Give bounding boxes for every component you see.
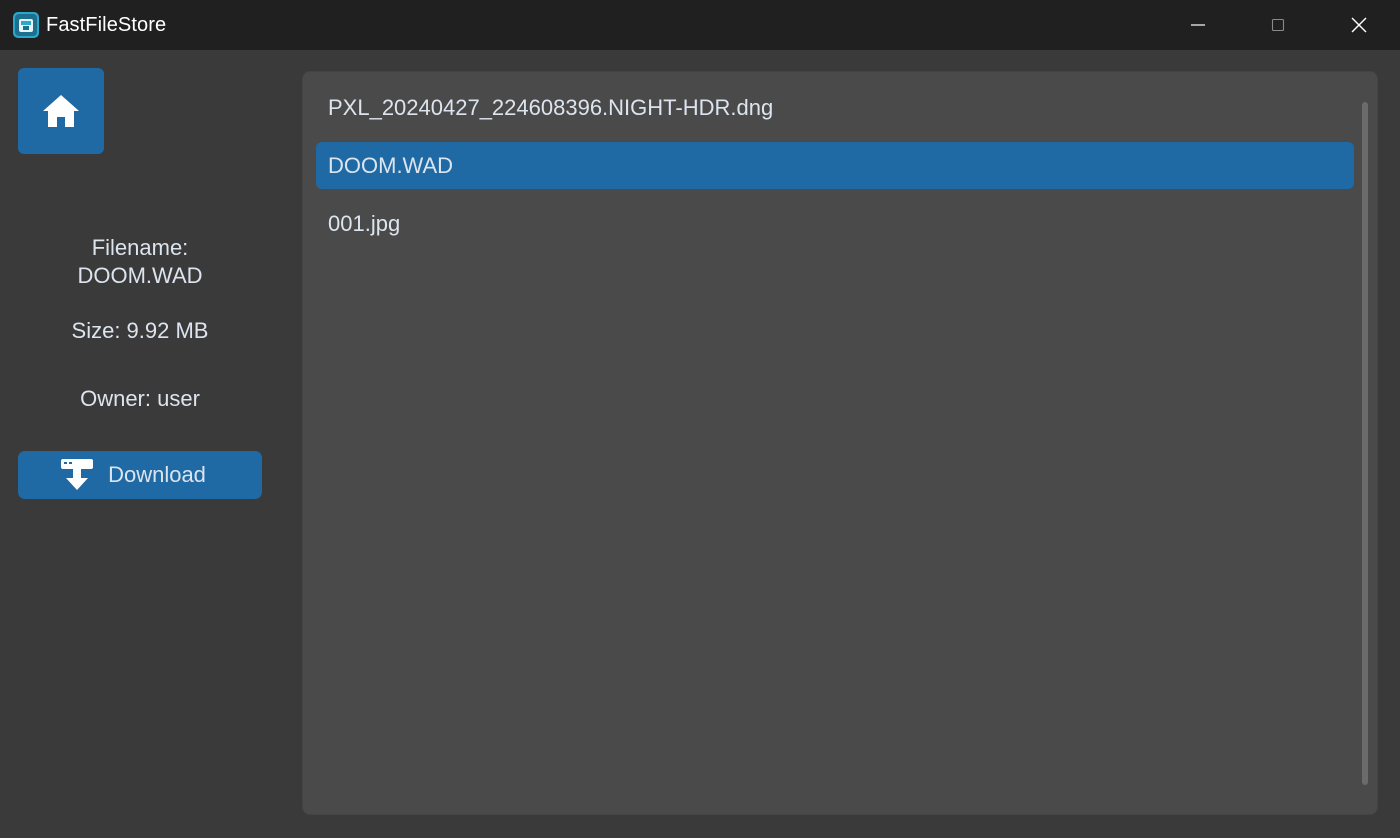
minimize-icon [1191,24,1205,26]
download-button[interactable]: Download [18,451,262,499]
home-button[interactable] [18,68,104,154]
title-bar[interactable]: FastFileStore [0,0,1400,50]
minimize-button[interactable] [1158,0,1238,50]
maximize-icon [1271,18,1285,32]
file-list-panel[interactable]: PXL_20240427_224608396.NIGHT-HDR.dng DOO… [302,71,1378,815]
filename-label: Filename: [91,235,189,260]
close-icon [1351,17,1367,33]
sidebar: Filename: DOOM.WAD Size: 9.92 MB Owner: … [0,50,280,838]
file-list-item[interactable]: PXL_20240427_224608396.NIGHT-HDR.dng [316,84,1354,131]
file-info-size: Size: 9.92 MB [71,318,209,343]
download-icon [61,459,94,490]
file-list-item-selected[interactable]: DOOM.WAD [316,142,1354,189]
filename-value: DOOM.WAD [77,263,203,288]
window-title: FastFileStore [46,14,167,36]
file-info-owner: Owner: user [80,386,200,411]
app-box-icon [13,12,39,38]
maximize-button[interactable] [1238,0,1318,50]
file-info-filename: Filename: DOOM.WAD [0,234,280,290]
close-button[interactable] [1319,0,1399,50]
app-window: FastFileStore Filename: DOOM.WAD Size: 9… [0,0,1400,838]
download-label: Download [108,462,206,487]
scrollbar[interactable] [1362,102,1368,785]
file-list-item[interactable]: 001.jpg [316,200,1354,247]
home-icon [43,95,79,127]
scrollbar-thumb[interactable] [1362,102,1368,785]
